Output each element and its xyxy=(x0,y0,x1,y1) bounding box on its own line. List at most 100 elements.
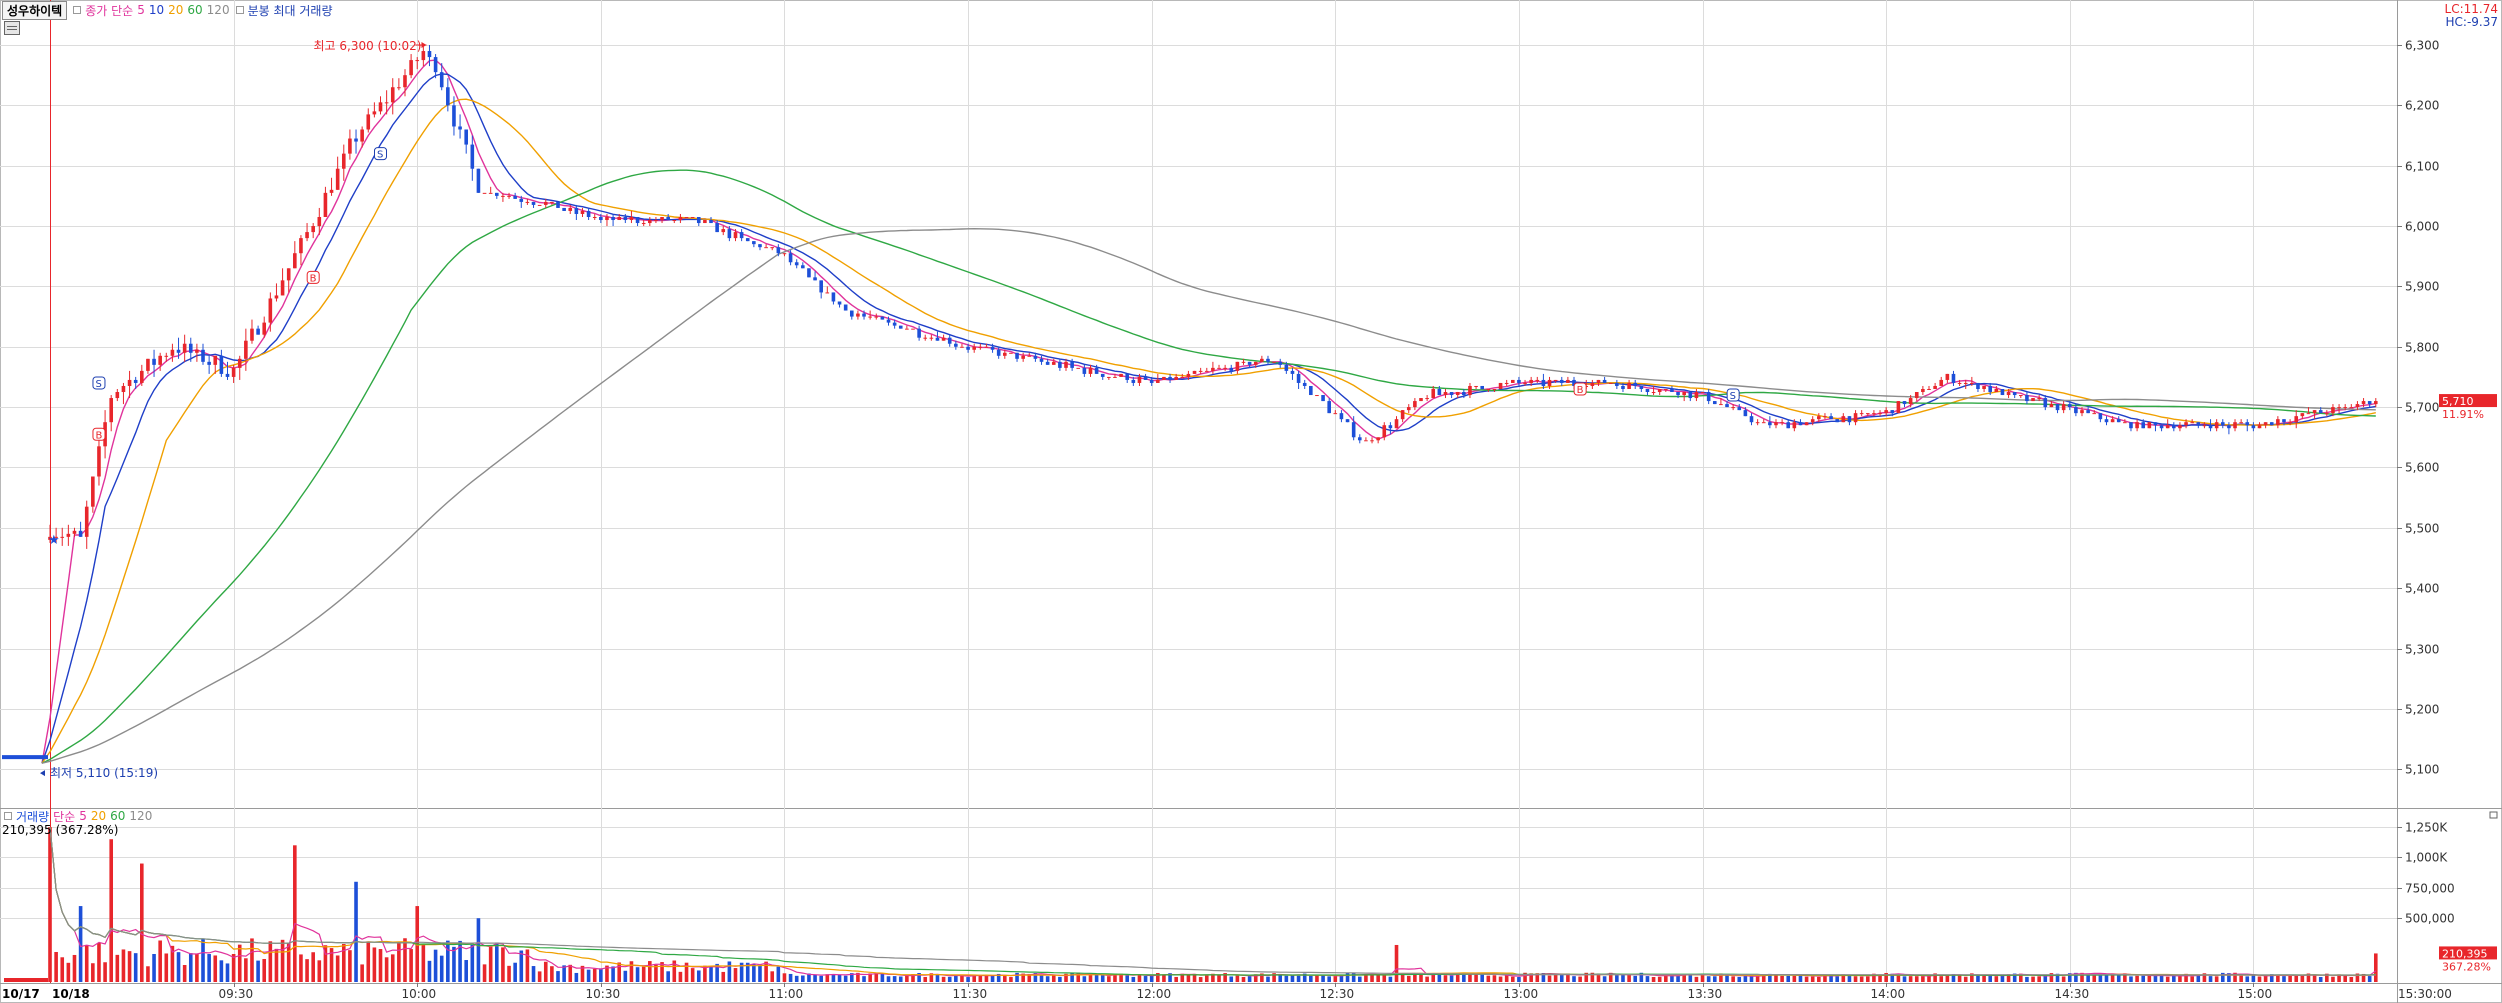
candle-body xyxy=(1370,440,1374,442)
candle-body xyxy=(372,111,377,115)
candle-body xyxy=(1376,437,1380,441)
candle-body xyxy=(2233,422,2237,429)
price-axis-label: 5,100 xyxy=(2405,763,2439,777)
volume-bar xyxy=(1094,974,1099,982)
legend-square-icon xyxy=(73,6,82,14)
volume-bar xyxy=(1370,974,1374,982)
volume-bar xyxy=(2276,974,2280,982)
volume-bar xyxy=(1982,975,1986,982)
candle-body xyxy=(1553,379,1558,381)
candle-body xyxy=(274,295,279,299)
volume-bar xyxy=(1058,976,1062,982)
candle-body xyxy=(1823,416,1827,418)
volume-bar xyxy=(66,962,71,982)
candle-body xyxy=(397,87,401,89)
candle-body xyxy=(807,268,811,278)
candle-body xyxy=(1211,367,1215,371)
candle-body xyxy=(2331,407,2335,414)
candle-body xyxy=(2067,404,2072,408)
candle-body xyxy=(592,216,597,218)
volume-bar xyxy=(1131,976,1136,982)
candle-body xyxy=(2294,416,2299,423)
candle-body xyxy=(1896,401,1901,414)
candle-body xyxy=(458,126,462,130)
candle-body xyxy=(2178,425,2182,429)
candle-body xyxy=(623,216,628,221)
volume-bar xyxy=(586,969,591,982)
time-axis-label: 13:30 xyxy=(1688,987,1723,1001)
candle-body xyxy=(164,355,169,357)
candle-body xyxy=(715,223,719,233)
candle-body xyxy=(476,168,481,193)
candle-body xyxy=(262,322,267,335)
candle-body xyxy=(1602,379,1607,383)
candle-body xyxy=(923,337,928,339)
volume-bar xyxy=(678,971,683,982)
chart-settings-icon[interactable] xyxy=(4,21,20,35)
candle-body xyxy=(813,277,817,281)
volume-bar xyxy=(635,967,640,982)
candle-body xyxy=(1480,385,1484,389)
candle-body xyxy=(1817,416,1821,420)
stock-chart[interactable]: 6,300 6,200 6,100 6,000 5,900 5,800 5,700 5,600… xyxy=(0,0,2502,1003)
candle-body xyxy=(580,210,585,214)
volume-bar xyxy=(1345,972,1350,982)
candle-body xyxy=(97,446,101,477)
time-axis-label: 13:00 xyxy=(1504,987,1539,1001)
candle-body xyxy=(1853,413,1858,423)
volume-bar xyxy=(146,966,150,982)
candle-body xyxy=(1009,352,1013,354)
candle-body xyxy=(898,325,903,329)
candle-body xyxy=(127,379,132,386)
volume-bar xyxy=(494,942,499,982)
volume-bar xyxy=(1749,975,1754,982)
candle-body xyxy=(1523,382,1527,384)
volume-bar xyxy=(2349,977,2354,982)
candle-body xyxy=(1786,422,1791,429)
volume-bar xyxy=(1553,974,1558,982)
volume-bar xyxy=(1737,976,1742,982)
volume-bar xyxy=(1107,976,1111,982)
volume-bar xyxy=(923,976,928,982)
ticker-name[interactable]: 성우하이텍 xyxy=(2,0,68,20)
volume-bar xyxy=(1357,976,1362,982)
volume-bar xyxy=(293,845,297,982)
volume-bar xyxy=(556,971,560,982)
candle-body xyxy=(2006,392,2011,396)
candle-body xyxy=(1700,392,1705,394)
volume-bar xyxy=(231,953,236,982)
candle-body xyxy=(1706,392,1711,402)
volume-bar xyxy=(133,953,138,982)
candle-body xyxy=(1149,379,1154,383)
volume-bar xyxy=(403,938,407,982)
candle-body xyxy=(654,220,658,222)
volume-bar xyxy=(1645,976,1650,982)
day-low-arrowhead xyxy=(40,770,45,777)
volume-bar xyxy=(905,975,909,982)
candle-body xyxy=(599,216,603,221)
candle-body xyxy=(256,328,260,335)
candle-body xyxy=(1119,373,1123,377)
candle-body xyxy=(758,244,762,248)
candle-body xyxy=(121,385,126,393)
candle-body xyxy=(488,192,493,194)
legend-square-icon xyxy=(4,812,12,820)
volume-bar xyxy=(568,964,573,982)
candle-body xyxy=(2165,425,2170,429)
volume-bar xyxy=(1247,976,1252,982)
candle-body xyxy=(1743,410,1748,417)
volume-axis-label: 500,000 xyxy=(2405,912,2455,926)
volume-bar xyxy=(1817,976,1821,982)
candle-body xyxy=(1113,376,1117,378)
volume-bar xyxy=(1504,975,1509,982)
volume-bar xyxy=(1559,974,1564,982)
time-axis-label: 10/18 xyxy=(52,987,90,1001)
candle-body xyxy=(360,129,364,142)
candle-body xyxy=(84,506,89,537)
volume-bar xyxy=(354,881,358,982)
candle-body xyxy=(2373,401,2378,405)
volume-bar xyxy=(801,975,805,982)
candle-body xyxy=(1810,419,1815,423)
volume-bar xyxy=(164,953,169,982)
volume-bar xyxy=(1602,976,1607,982)
